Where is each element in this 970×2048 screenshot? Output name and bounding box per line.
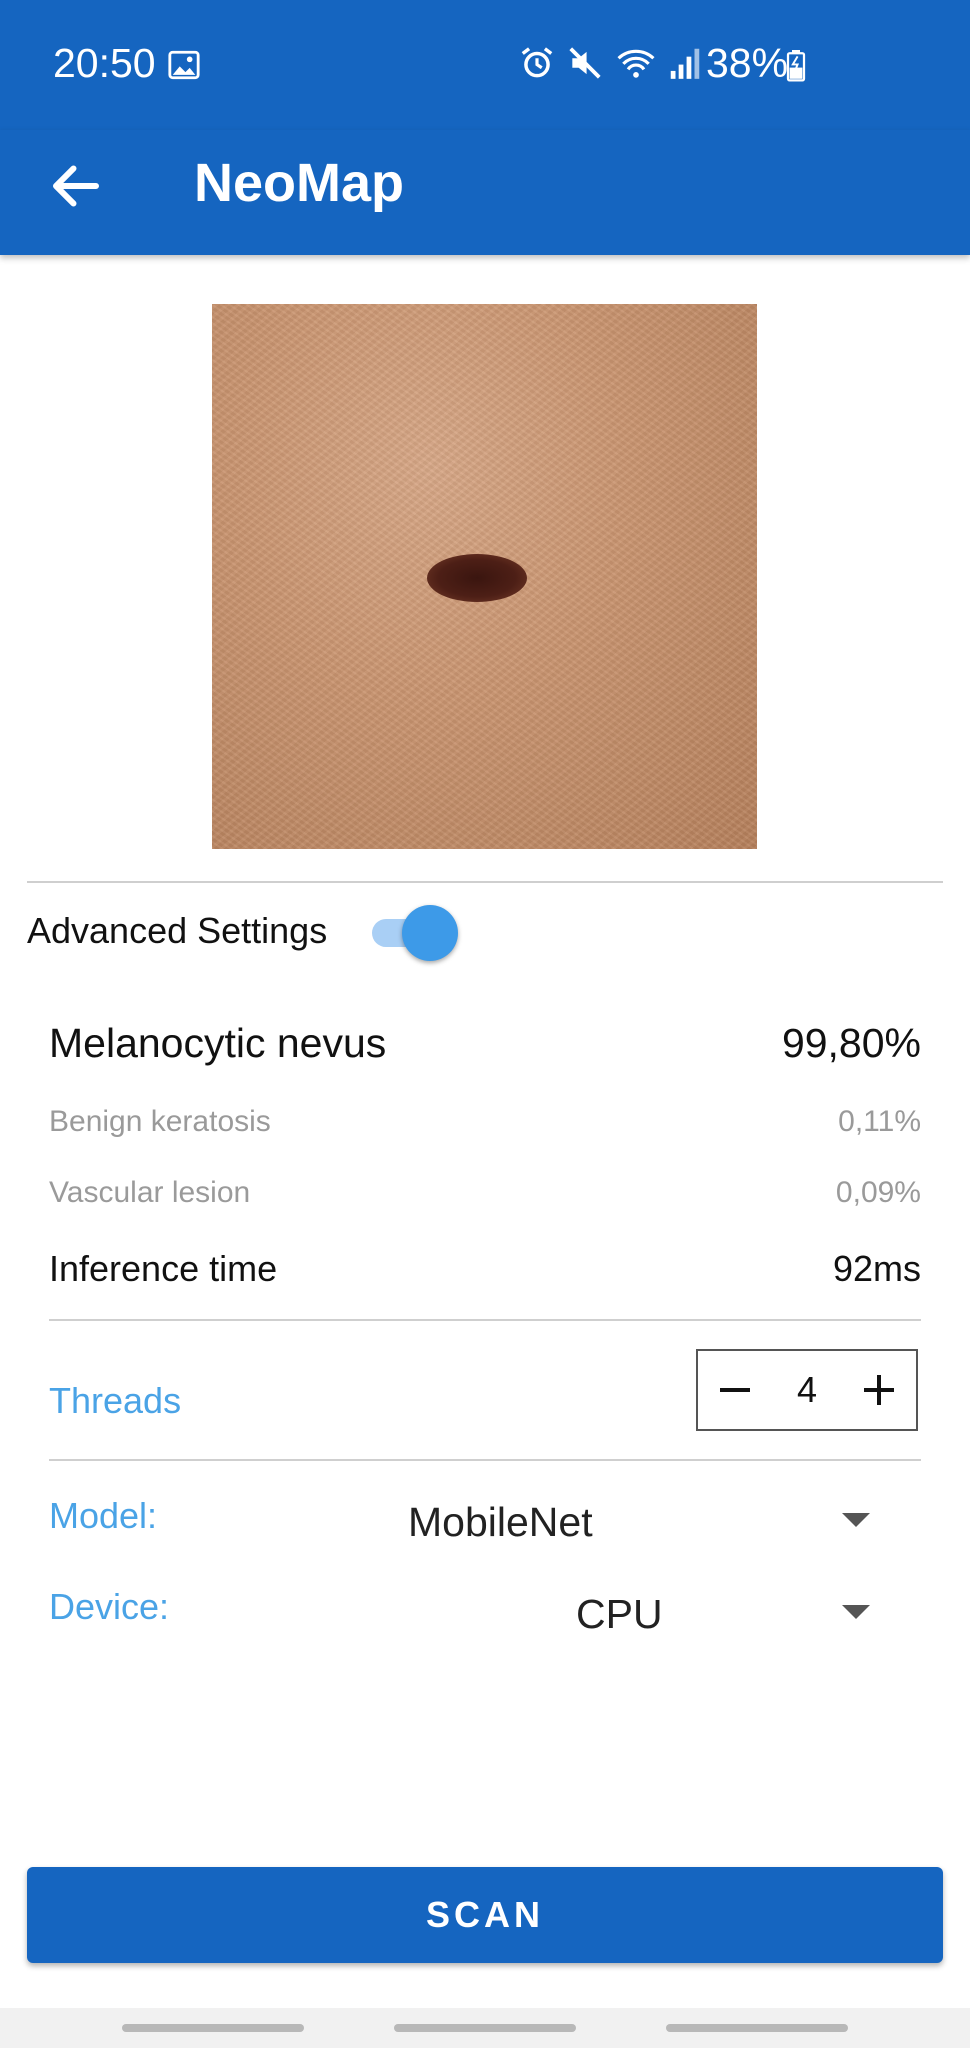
back-button[interactable] [46, 156, 106, 216]
minus-icon [720, 1388, 750, 1392]
device-label: Device: [49, 1586, 170, 1627]
mute-icon [566, 44, 604, 87]
app-bar: NeoMap [0, 130, 970, 255]
result-row-top: Melanocytic nevus 99,80% [49, 1020, 921, 1067]
status-icons [518, 44, 702, 87]
result-row: Benign keratosis 0,11% [49, 1105, 921, 1139]
dropdown-arrow-icon[interactable] [842, 1605, 870, 1626]
status-bar: 20:50 38% [0, 0, 970, 130]
threads-stepper: 4 [696, 1349, 918, 1431]
lesion-image [212, 304, 757, 849]
model-label: Model: [49, 1495, 158, 1536]
inference-time-value: 92ms [832, 1248, 921, 1289]
advanced-settings-label: Advanced Settings [27, 910, 328, 951]
status-time: 20:50 [53, 40, 156, 86]
signal-icon [668, 44, 702, 87]
system-nav-bar [0, 2008, 970, 2048]
scan-button[interactable]: SCAN [27, 1867, 943, 1963]
threads-label: Threads [49, 1380, 182, 1421]
nav-back-button[interactable] [666, 2024, 848, 2032]
inference-time-label: Inference time [49, 1248, 278, 1289]
result-value: 99,80% [781, 1020, 921, 1066]
alarm-icon [518, 44, 556, 87]
result-label: Melanocytic nevus [49, 1020, 387, 1066]
battery-level: 38% [706, 40, 789, 86]
threads-decrement-button[interactable] [698, 1351, 772, 1429]
nav-home-button[interactable] [394, 2024, 576, 2032]
result-label: Vascular lesion [49, 1176, 251, 1209]
arrow-back-icon [53, 165, 99, 207]
threads-value: 4 [796, 1369, 818, 1410]
battery-charging-icon [784, 50, 808, 87]
result-label: Benign keratosis [49, 1105, 271, 1138]
plus-icon [864, 1375, 894, 1405]
wifi-icon [614, 44, 658, 87]
divider [49, 1319, 921, 1321]
divider [27, 881, 943, 883]
divider [49, 1459, 921, 1461]
model-select[interactable]: MobileNet [408, 1499, 593, 1546]
device-select[interactable]: CPU [576, 1591, 663, 1638]
result-value: 0,09% [835, 1176, 921, 1209]
app-title: NeoMap [194, 153, 405, 213]
result-value: 0,11% [838, 1105, 921, 1138]
mole [427, 554, 527, 602]
threads-increment-button[interactable] [842, 1351, 916, 1429]
dropdown-arrow-icon[interactable] [842, 1513, 870, 1534]
toggle-thumb [402, 905, 458, 961]
gallery-icon [167, 48, 201, 87]
inference-time-row: Inference time 92ms [49, 1248, 921, 1290]
nav-recents-button[interactable] [122, 2024, 304, 2032]
result-row: Vascular lesion 0,09% [49, 1176, 921, 1210]
advanced-settings-toggle[interactable] [370, 904, 460, 961]
